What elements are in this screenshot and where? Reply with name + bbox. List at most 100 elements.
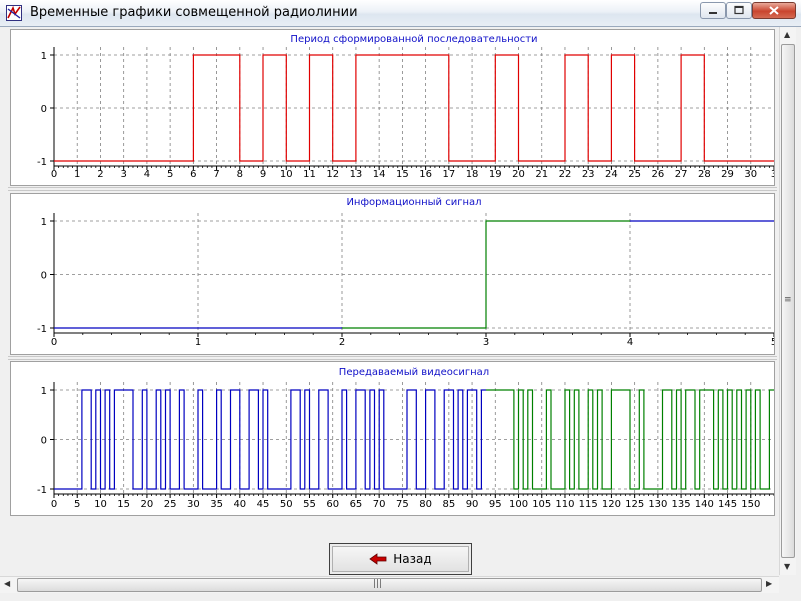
x-tick-label: 35 — [210, 499, 223, 510]
x-tick-label: 12 — [326, 169, 339, 180]
splitter-2[interactable] — [8, 356, 777, 360]
close-button[interactable] — [752, 2, 796, 19]
scroll-left-icon[interactable]: ◀ — [4, 579, 10, 588]
x-tick-label: 11 — [303, 169, 316, 180]
x-tick-label: 140 — [695, 499, 714, 510]
client-area: Период сформированной последовательности… — [8, 27, 777, 575]
minimize-icon — [709, 12, 717, 14]
close-icon — [769, 6, 779, 15]
title-bar: Временные графики совмещенной радиолинии — [0, 0, 801, 27]
y-tick-label: 0 — [41, 436, 47, 447]
x-tick-label: 15 — [117, 499, 130, 510]
chart-panel-sequence: Период сформированной последовательности… — [10, 29, 775, 186]
x-tick-label: 4 — [627, 337, 633, 348]
x-tick-label: 27 — [675, 169, 688, 180]
chart-video-signal: Передаваемый видеосигнал0 5 10 15 20 25 30 35 40… — [37, 367, 774, 510]
x-tick-label: 145 — [718, 499, 737, 510]
y-tick-label: 1 — [41, 217, 47, 228]
x-tick-label: 115 — [579, 499, 598, 510]
x-tick-label: 15 — [396, 169, 409, 180]
y-tick-label: -1 — [37, 324, 47, 335]
window-title: Временные графики совмещенной радиолинии — [30, 5, 358, 20]
y-tick-label: -1 — [37, 157, 47, 168]
x-tick-label: 5 — [771, 337, 774, 348]
x-tick-label: 150 — [741, 499, 760, 510]
x-tick-label: 30 — [744, 169, 757, 180]
x-tick-label: 10 — [94, 499, 107, 510]
maximize-icon — [734, 5, 744, 15]
x-tick-label: 135 — [672, 499, 691, 510]
x-tick-label: 55 — [303, 499, 316, 510]
chart-panel-video: Передаваемый видеосигнал 0 5 10 15 20 25 30 35 40… — [10, 361, 775, 516]
x-tick-label: 2 — [97, 169, 103, 180]
x-tick-label: 24 — [605, 169, 618, 180]
x-tick-label: 28 — [698, 169, 711, 180]
x-tick-label: 6 — [190, 169, 196, 180]
x-tick-label: 85 — [442, 499, 455, 510]
x-tick-label: 0 — [51, 499, 57, 510]
x-tick-label: 23 — [582, 169, 595, 180]
chart-sequence: Период сформированной последовательности… — [37, 34, 774, 180]
x-tick-label: 14 — [373, 169, 386, 180]
y-tick-label: -1 — [37, 485, 47, 496]
x-tick-label: 13 — [350, 169, 363, 180]
x-tick-label: 16 — [419, 169, 432, 180]
vertical-scrollbar[interactable]: ▲ ≡ ▼ — [779, 27, 796, 575]
x-tick-label: 22 — [559, 169, 572, 180]
x-tick-label: 70 — [373, 499, 386, 510]
x-tick-label: 80 — [419, 499, 432, 510]
chart-title: Период сформированной последовательности — [290, 34, 537, 45]
x-tick-label: 21 — [535, 169, 548, 180]
chart-title: Информационный сигнал — [346, 197, 481, 208]
x-tick-label: 8 — [237, 169, 243, 180]
x-tick-label: 65 — [350, 499, 363, 510]
x-tick-label: 95 — [489, 499, 502, 510]
x-tick-label: 2 — [339, 337, 345, 348]
x-tick-label: 130 — [648, 499, 667, 510]
scroll-up-icon[interactable]: ▲ — [784, 30, 790, 39]
x-tick-label: 25 — [628, 169, 641, 180]
x-tick-label: 1 — [195, 337, 201, 348]
chart-info-signal: Информационный сигнал 0 1 2 3 4 5 -1 0 1 — [37, 197, 774, 348]
x-tick-label: 0 — [51, 337, 57, 348]
x-tick-label: 110 — [555, 499, 574, 510]
x-tick-label: 19 — [489, 169, 502, 180]
x-tick-label: 50 — [280, 499, 293, 510]
back-button[interactable]: Назад — [329, 543, 472, 575]
x-tick-label: 18 — [466, 169, 479, 180]
grip-icon: ||| — [373, 579, 383, 589]
x-tick-label: 3 — [771, 169, 774, 180]
y-tick-label: 0 — [41, 271, 47, 282]
y-tick-label: 1 — [41, 51, 47, 62]
app-signal-icon — [6, 5, 22, 21]
x-tick-label: 60 — [326, 499, 339, 510]
arrow-left-icon — [369, 553, 387, 565]
x-tick-label: 100 — [509, 499, 528, 510]
x-tick-label: 25 — [164, 499, 177, 510]
x-tick-label: 125 — [625, 499, 644, 510]
chart-title: Передаваемый видеосигнал — [339, 367, 489, 378]
vertical-scroll-thumb[interactable]: ≡ — [781, 44, 795, 558]
x-tick-label: 40 — [233, 499, 246, 510]
scroll-right-icon[interactable]: ▶ — [766, 579, 772, 588]
x-tick-label: 9 — [260, 169, 266, 180]
x-tick-label: 20 — [141, 499, 154, 510]
x-tick-label: 29 — [721, 169, 734, 180]
horizontal-scrollbar[interactable]: ◀ ||| ▶ — [0, 576, 779, 593]
y-tick-label: 1 — [41, 386, 47, 397]
x-tick-label: 3 — [120, 169, 126, 180]
back-button-face: Назад — [332, 546, 469, 572]
scroll-down-icon[interactable]: ▼ — [784, 562, 790, 571]
minimize-button[interactable] — [700, 2, 726, 19]
x-tick-label: 26 — [652, 169, 665, 180]
x-tick-label: 75 — [396, 499, 409, 510]
maximize-button[interactable] — [726, 2, 752, 19]
x-tick-label: 30 — [187, 499, 200, 510]
x-tick-label: 5 — [74, 499, 80, 510]
x-tick-label: 0 — [51, 169, 57, 180]
x-tick-label: 17 — [442, 169, 455, 180]
x-tick-label: 3 — [483, 337, 489, 348]
splitter-1[interactable] — [8, 187, 777, 191]
x-tick-label: 4 — [144, 169, 150, 180]
horizontal-scroll-thumb[interactable]: ||| — [17, 578, 762, 592]
